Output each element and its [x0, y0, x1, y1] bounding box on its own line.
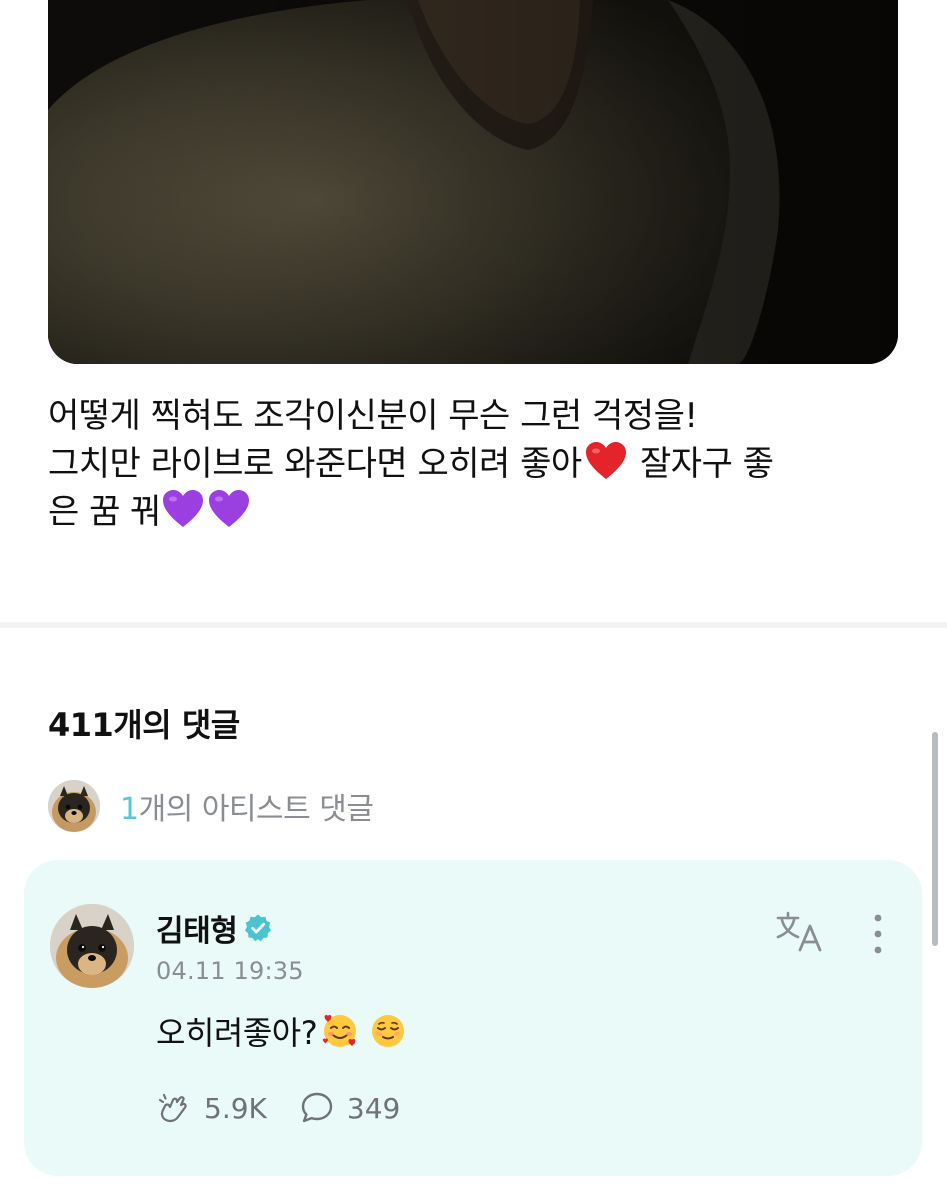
post-text-line-2-part: 그치만 라이브로 와준다면 오히려 좋아 [48, 444, 582, 484]
post-text-line-1: 어떻게 찍혀도 조각이신분이 무슨 그런 걱정을! [48, 396, 698, 436]
like-count: 5.9K [204, 1091, 267, 1125]
post-photo-image [48, 0, 898, 364]
artist-comments-summary-label: 1개의 아티스트 댓글 [120, 784, 374, 828]
like-button[interactable]: 5.9K [156, 1090, 267, 1126]
purple-heart-icon [208, 490, 249, 527]
cheer-icon [158, 1093, 187, 1123]
comment-author-avatar[interactable] [50, 904, 134, 988]
artist-avatar-small [48, 780, 100, 832]
post-text-line-2: 그치만 라이브로 와준다면 오히려 좋아 잘자구 좋 [48, 440, 898, 488]
post-text: 어떻게 찍혀도 조각이신분이 무슨 그런 걱정을! 그치만 라이브로 와준다면 … [48, 392, 898, 536]
post-detail-page: 어떻게 찍혀도 조각이신분이 무슨 그런 걱정을! 그치만 라이브로 와준다면 … [0, 0, 947, 1200]
post-text-line-3-part: 은 꿈 꿔 [48, 492, 161, 532]
dog-avatar-icon [48, 780, 100, 832]
verified-badge-icon [245, 914, 272, 942]
section-divider [0, 622, 947, 628]
comment-author-name: 김태형 [156, 914, 238, 949]
comments-count-heading: 411개의 댓글 [48, 706, 240, 744]
relieved-face-icon [372, 1015, 405, 1047]
artist-comments-count: 1 [120, 792, 139, 827]
speech-bubble-icon [301, 1092, 333, 1123]
translate-icon[interactable] [774, 910, 826, 954]
smiling-face-with-hearts-icon [323, 1015, 357, 1047]
purple-heart-icon [162, 490, 203, 527]
post-photo[interactable] [48, 0, 898, 364]
comment-author[interactable]: 김태형 [156, 906, 273, 950]
comment-body-text: 오히려좋아? [156, 1014, 318, 1052]
dog-avatar-icon [50, 904, 134, 988]
reply-count: 349 [346, 1091, 401, 1125]
post-text-line-3: 은 꿈 꿔 [48, 488, 898, 536]
more-vertical-icon[interactable] [868, 912, 888, 956]
red-heart-icon [585, 442, 626, 479]
scrollbar-thumb[interactable] [932, 732, 938, 946]
comment-body: 오히려좋아? [156, 1008, 407, 1054]
artist-comments-summary[interactable]: 1개의 아티스트 댓글 [48, 780, 374, 832]
comment-timestamp: 04.11 19:35 [156, 957, 304, 985]
artist-comments-label: 개의 아티스트 댓글 [138, 792, 374, 827]
reply-button[interactable]: 349 [299, 1090, 400, 1126]
artist-comment-card[interactable]: 김태형 04.11 19:35 오히려좋아? 5.9K 349 [24, 860, 922, 1176]
post-text-line-2-tail: 잘자구 좋 [629, 444, 774, 484]
comment-actions: 5.9K 349 [156, 1090, 432, 1126]
